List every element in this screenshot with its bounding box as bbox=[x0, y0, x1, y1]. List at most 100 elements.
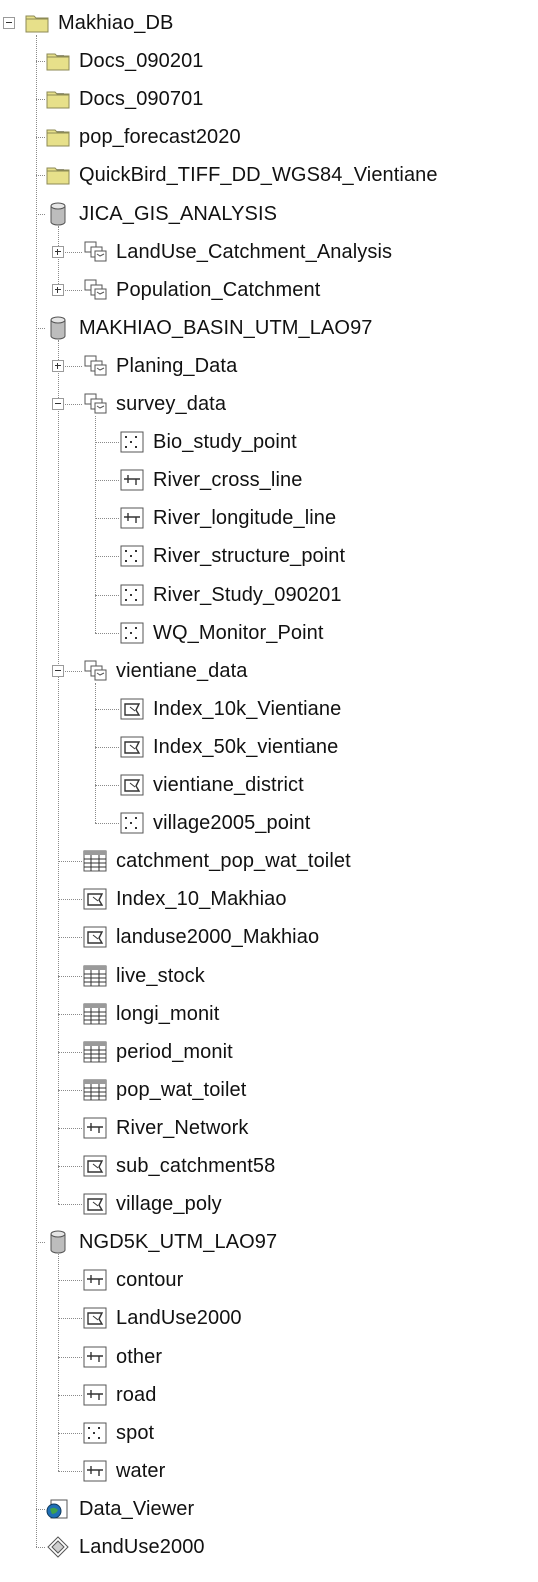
point-feature-class-icon bbox=[119, 429, 145, 455]
polygon-feature-class-icon bbox=[119, 696, 145, 722]
tree-item-village-poly[interactable]: village_poly bbox=[0, 1185, 538, 1223]
tree-item-label: village_poly bbox=[116, 1193, 222, 1216]
tree-item-period-monit[interactable]: period_monit bbox=[0, 1033, 538, 1071]
tree-item-spot[interactable]: spot bbox=[0, 1414, 538, 1452]
tree-item-vientiane-district[interactable]: vientiane_district bbox=[0, 766, 538, 804]
tree-item-label: period_monit bbox=[116, 1040, 233, 1063]
tree-item-village2005-point[interactable]: village2005_point bbox=[0, 804, 538, 842]
tree-item-label: QuickBird_TIFF_DD_WGS84_Vientiane bbox=[79, 164, 438, 187]
line-feature-class-icon bbox=[82, 1344, 108, 1370]
polygon-feature-class-icon bbox=[82, 1153, 108, 1179]
tree-item-label: pop_wat_toilet bbox=[116, 1078, 247, 1101]
tree-item-label: water bbox=[116, 1459, 166, 1482]
line-feature-class-icon bbox=[82, 1458, 108, 1484]
point-feature-class-icon bbox=[82, 1420, 108, 1446]
line-feature-class-icon bbox=[119, 505, 145, 531]
tree-item-label: Planing_Data bbox=[116, 354, 238, 377]
tree-item-label: LandUse2000 bbox=[116, 1307, 242, 1330]
folder-icon bbox=[45, 48, 71, 74]
tree-item-label: River_cross_line bbox=[153, 469, 303, 492]
tree-item-other[interactable]: other bbox=[0, 1338, 538, 1376]
layer-file-icon bbox=[45, 1534, 71, 1560]
tree-item-label: Population_Catchment bbox=[116, 278, 321, 301]
tree-item-jica-gis-analysis[interactable]: JICA_GIS_ANALYSIS bbox=[0, 195, 538, 233]
collapse-icon[interactable] bbox=[52, 398, 64, 411]
polygon-feature-class-icon bbox=[82, 924, 108, 950]
tree-item-landuse2000[interactable]: LandUse2000 bbox=[0, 1299, 538, 1337]
tree-item-label: vientiane_district bbox=[153, 774, 304, 796]
tree-item-docs-090201[interactable]: Docs_090201 bbox=[0, 42, 538, 80]
polygon-feature-class-icon bbox=[82, 1191, 108, 1217]
folder-icon bbox=[45, 162, 71, 188]
tree-item-pop-forecast2020[interactable]: pop_forecast2020 bbox=[0, 118, 538, 156]
line-feature-class-icon bbox=[82, 1267, 108, 1293]
tree-item-label: live_stock bbox=[116, 964, 205, 987]
tree-item-road[interactable]: road bbox=[0, 1376, 538, 1414]
collapse-icon[interactable] bbox=[52, 664, 64, 677]
tree-item-label: MAKHIAO_BASIN_UTM_LAO97 bbox=[79, 316, 373, 339]
tree-item-planing-data[interactable]: Planing_Data bbox=[0, 347, 538, 385]
tree-item-label: Index_10_Makhiao bbox=[116, 888, 287, 911]
tree-item-landuse2000-makhiao[interactable]: landuse2000_Makhiao bbox=[0, 918, 538, 956]
expand-icon[interactable] bbox=[52, 245, 64, 258]
collapse-icon[interactable] bbox=[3, 17, 15, 30]
tree-item-pop-wat-toilet[interactable]: pop_wat_toilet bbox=[0, 1071, 538, 1109]
table-icon bbox=[82, 1039, 108, 1065]
tree-item-docs-090701[interactable]: Docs_090701 bbox=[0, 80, 538, 118]
tree-item-population-catchment[interactable]: Population_Catchment bbox=[0, 271, 538, 309]
tree-item-label: NGD5K_UTM_LAO97 bbox=[79, 1231, 278, 1254]
line-feature-class-icon bbox=[119, 467, 145, 493]
tree-item-label: catchment_pop_wat_toilet bbox=[116, 850, 351, 873]
tree-item-label: Docs_090701 bbox=[79, 88, 204, 111]
tree-item-label: Makhiao_DB bbox=[58, 12, 174, 34]
expand-icon[interactable] bbox=[52, 283, 64, 296]
tree-item-river-study-090201[interactable]: River_Study_090201 bbox=[0, 576, 538, 614]
database-icon bbox=[45, 1229, 71, 1255]
tree-item-index-10-makhiao[interactable]: Index_10_Makhiao bbox=[0, 880, 538, 918]
tree-item-river-longitude-line[interactable]: River_longitude_line bbox=[0, 499, 538, 537]
tree-item-makhiao-db[interactable]: Makhiao_DB bbox=[0, 4, 538, 42]
tree-item-live-stock[interactable]: live_stock bbox=[0, 957, 538, 995]
tree-item-catchment-pop-wat-toilet[interactable]: catchment_pop_wat_toilet bbox=[0, 842, 538, 880]
tree-item-index-50k-vientiane[interactable]: Index_50k_vientiane bbox=[0, 728, 538, 766]
expand-icon[interactable] bbox=[52, 359, 64, 372]
tree-item-label: River_Network bbox=[116, 1116, 249, 1139]
tree-item-label: vientiane_data bbox=[116, 659, 248, 682]
tree-item-index-10k-vientiane[interactable]: Index_10k_Vientiane bbox=[0, 690, 538, 728]
tree-item-water[interactable]: water bbox=[0, 1452, 538, 1490]
tree-item-ngd5k-utm-lao97[interactable]: NGD5K_UTM_LAO97 bbox=[0, 1223, 538, 1261]
tree-item-river-structure-point[interactable]: River_structure_point bbox=[0, 537, 538, 575]
tree-item-label: LandUse2000 bbox=[79, 1536, 205, 1558]
tree-item-river-cross-line[interactable]: River_cross_line bbox=[0, 461, 538, 499]
tree-item-vientiane-data[interactable]: vientiane_data bbox=[0, 652, 538, 690]
folder-icon bbox=[45, 124, 71, 150]
tree-item-survey-data[interactable]: survey_data bbox=[0, 385, 538, 423]
tree-item-label: pop_forecast2020 bbox=[79, 126, 241, 149]
tree-item-label: LandUse_Catchment_Analysis bbox=[116, 240, 393, 263]
table-icon bbox=[82, 963, 108, 989]
tree-item-makhiao-basin-utm-lao97[interactable]: MAKHIAO_BASIN_UTM_LAO97 bbox=[0, 309, 538, 347]
tree-item-landuse2000[interactable]: LandUse2000 bbox=[0, 1528, 538, 1566]
tree-item-longi-monit[interactable]: longi_monit bbox=[0, 995, 538, 1033]
tree-item-data-viewer[interactable]: Data_Viewer bbox=[0, 1490, 538, 1528]
tree-item-label: contour bbox=[116, 1269, 184, 1292]
tree-item-landuse-catchment-analysis[interactable]: LandUse_Catchment_Analysis bbox=[0, 233, 538, 271]
tree-item-contour[interactable]: contour bbox=[0, 1261, 538, 1299]
tree-item-river-network[interactable]: River_Network bbox=[0, 1109, 538, 1147]
tree-item-quickbird-tiff-dd-wgs84-vientiane[interactable]: QuickBird_TIFF_DD_WGS84_Vientiane bbox=[0, 156, 538, 194]
tree-item-label: road bbox=[116, 1383, 157, 1406]
polygon-feature-class-icon bbox=[82, 886, 108, 912]
database-icon bbox=[45, 315, 71, 341]
tree-item-label: Index_10k_Vientiane bbox=[153, 697, 342, 720]
tree-item-wq-monitor-point[interactable]: WQ_Monitor_Point bbox=[0, 614, 538, 652]
point-feature-class-icon bbox=[119, 810, 145, 836]
folder-icon bbox=[24, 10, 50, 36]
tree-item-bio-study-point[interactable]: Bio_study_point bbox=[0, 423, 538, 461]
tree-item-label: River_longitude_line bbox=[153, 507, 337, 530]
tree-item-label: River_structure_point bbox=[153, 545, 346, 568]
line-feature-class-icon bbox=[82, 1115, 108, 1141]
tree-item-sub-catchment58[interactable]: sub_catchment58 bbox=[0, 1147, 538, 1185]
line-feature-class-icon bbox=[82, 1382, 108, 1408]
table-icon bbox=[82, 1001, 108, 1027]
table-icon bbox=[82, 848, 108, 874]
